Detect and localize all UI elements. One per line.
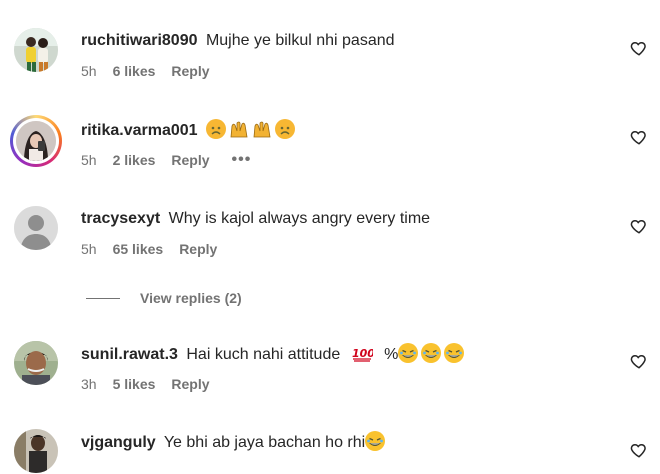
comment-meta: 5h 2 likes Reply ••• [81,151,251,169]
heart-outline-icon[interactable] [630,39,648,57]
comment-body: vjganguly Ye bhi ab jaya bachan ho rhi [81,431,388,454]
comment-likes[interactable]: 6 likes [113,62,156,80]
heart-outline-icon[interactable] [630,352,648,370]
comment-text: Hai kuch nahi attitude [186,346,341,363]
comment-likes[interactable]: 2 likes [113,151,156,169]
hundred-points-emoji: 100 [351,343,375,363]
comment-meta: 3h 5 likes Reply [81,375,210,393]
laughing-face-emoji [444,343,465,363]
comment-body: sunil.rawat.3 Hai kuch nahi attitude 100… [81,343,467,366]
avatar-story-ring[interactable] [10,115,62,167]
more-options-button[interactable]: ••• [232,152,252,168]
comment-text: Why is kajol always angry every time [168,210,431,227]
avatar[interactable] [14,341,58,385]
comment-body: ruchitiwari8090 Mujhe ye bilkul nhi pasa… [81,30,395,52]
comment-text: Ye bhi ab jaya bachan ho rhi [163,434,366,451]
comment-username[interactable]: ritika.varma001 [81,122,198,139]
heart-outline-icon[interactable] [630,128,648,146]
heart-outline-icon[interactable] [630,217,648,235]
laughing-face-emoji [365,431,386,451]
avatar[interactable] [14,429,58,473]
disappointed-face-emoji [274,119,295,139]
comment-time: 3h [81,376,97,392]
heart-outline-icon[interactable] [630,441,648,459]
comment-text: Mujhe ye bilkul nhi pasand [205,32,395,49]
comment-username[interactable]: vjganguly [81,434,156,451]
avatar[interactable] [14,28,58,72]
avatar [16,121,56,161]
comment-username[interactable]: ruchitiwari8090 [81,32,198,49]
comment-username[interactable]: tracysexyt [81,210,160,227]
comment-time: 5h [81,241,97,257]
view-replies-label[interactable]: View replies (2) [140,290,242,306]
raising-hands-emoji [252,119,272,139]
reply-button[interactable]: Reply [171,62,209,80]
comment-body: ritika.varma001 [81,119,298,142]
view-replies-toggle[interactable]: View replies (2) [86,290,242,306]
default-avatar-icon[interactable] [14,206,58,250]
comment-time: 5h [81,152,97,168]
divider [86,297,120,299]
comment-likes[interactable]: 65 likes [113,240,164,258]
comment-meta: 5h 6 likes Reply [81,62,210,80]
reply-button[interactable]: Reply [171,375,209,393]
svg-text:100: 100 [352,347,373,360]
laughing-face-emoji [398,343,419,363]
disappointed-face-emoji [205,119,226,139]
comment-text-suffix: % [384,346,399,363]
raising-hands-emoji [229,119,249,139]
comment-time: 5h [81,63,97,79]
comment-likes[interactable]: 5 likes [113,375,156,393]
comment-meta: 5h 65 likes Reply [81,240,217,258]
laughing-face-emoji [421,343,442,363]
reply-button[interactable]: Reply [179,240,217,258]
comment-body: tracysexyt Why is kajol always angry eve… [81,208,430,230]
reply-button[interactable]: Reply [171,151,209,169]
comment-username[interactable]: sunil.rawat.3 [81,346,178,363]
